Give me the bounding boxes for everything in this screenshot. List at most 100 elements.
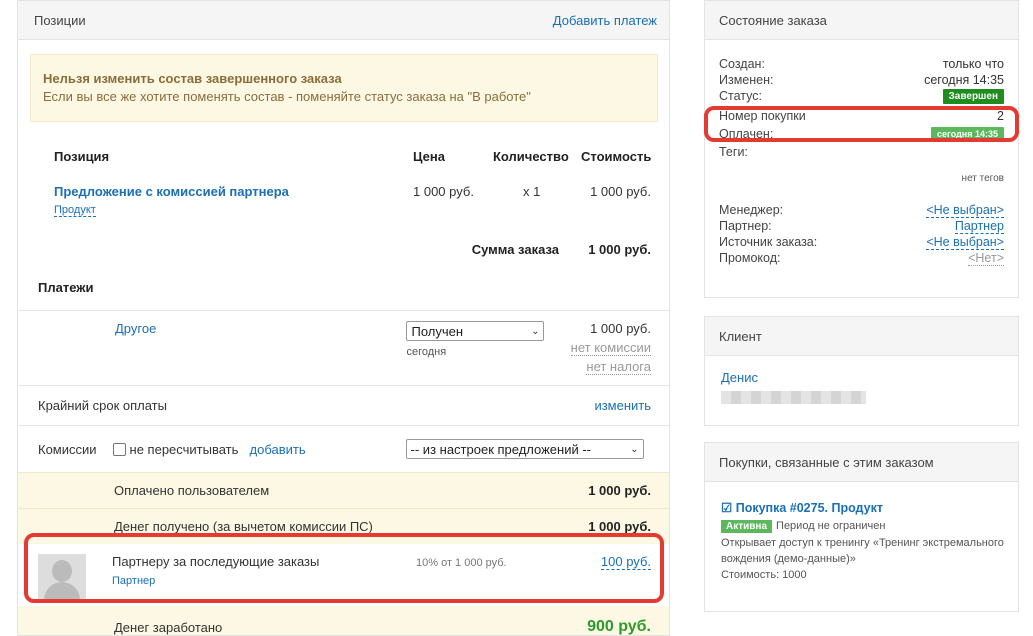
- positions-table-header: Позиция Цена Количество Стоимость: [18, 138, 669, 174]
- paid-row: Оплачен: сегодня 14:35: [705, 126, 1018, 142]
- col-qty: Количество: [493, 148, 569, 164]
- add-commission-link[interactable]: добавить: [250, 442, 406, 457]
- related-header: Покупки, связанные с этим заказом: [705, 443, 1018, 482]
- warning-title: Нельзя изменить состав завершенного зака…: [43, 71, 342, 86]
- status-label: Статус:: [719, 89, 762, 103]
- purchase-price: Стоимость: 1000: [721, 569, 807, 581]
- created-value: только что: [942, 57, 1004, 71]
- partner-link[interactable]: Партнер: [112, 575, 155, 587]
- item-type-link[interactable]: Продукт: [54, 204, 96, 217]
- manager-link[interactable]: <Не выбран>: [926, 203, 1004, 218]
- item-qty: x 1: [523, 184, 541, 199]
- changed-row: Изменен: сегодня 14:35: [705, 72, 1018, 88]
- related-purchase: ☑ Покупка #0275. Продукт Активна Период н…: [705, 482, 1018, 583]
- partner-state-link[interactable]: Партнер: [954, 219, 1004, 234]
- client-name-link[interactable]: Денис: [705, 356, 1018, 385]
- partner-percent: 10% от 1 000 руб.: [416, 557, 507, 569]
- paid-label: Оплачен:: [719, 127, 774, 141]
- changed-label: Изменен:: [719, 73, 774, 87]
- status-row: Статус: Завершен: [705, 88, 1018, 104]
- payment-tax-link[interactable]: нет налога: [586, 359, 651, 375]
- paid-badge: сегодня 14:35: [931, 127, 1004, 141]
- no-recalc-checkbox[interactable]: [112, 442, 126, 456]
- payment-status-value: Получен: [411, 323, 464, 339]
- received-value: 1 000 руб.: [588, 519, 651, 534]
- commissions-row: Комиссии не пересчитывать добавить -- из…: [18, 426, 669, 472]
- earned-value: 900 руб.: [587, 618, 651, 635]
- item-cell: Предложение с комиссией партнера Продукт: [54, 184, 413, 232]
- col-position: Позиция: [54, 148, 110, 164]
- promo-link[interactable]: <Нет>: [968, 251, 1004, 266]
- table-row: Предложение с комиссией партнера Продукт…: [18, 174, 669, 232]
- chevron-down-icon: ⌄: [630, 443, 639, 455]
- payment-row: Другое Получен ⌄ сегодня 1 000 руб. нет …: [18, 310, 669, 386]
- tags-row: Теги:: [705, 144, 1018, 160]
- partner-state-row: Партнер: Партнер: [705, 218, 1018, 234]
- payments-title: Платежи: [38, 280, 94, 295]
- order-state-header: Состояние заказа: [705, 1, 1018, 40]
- purchase-description: Открывает доступ к тренингу «Тренинг экс…: [721, 537, 1004, 565]
- payment-method-link[interactable]: Другое: [115, 321, 156, 336]
- avatar: [38, 554, 86, 600]
- promo-label: Промокод:: [719, 251, 781, 265]
- purchase-link[interactable]: Покупка #0275. Продукт: [736, 501, 883, 515]
- commission-source-value: -- из настроек предложений --: [410, 441, 592, 457]
- created-row: Создан: только что: [705, 56, 1018, 72]
- col-cost: Стоимость: [581, 148, 652, 164]
- received-label: Денег получено (за вычетом комиссии ПС): [114, 519, 373, 534]
- client-panel: Клиент Денис: [704, 316, 1019, 426]
- order-sum-label: Сумма заказа: [471, 241, 559, 257]
- changed-value: сегодня 14:35: [924, 73, 1004, 87]
- deadline-change-link[interactable]: изменить: [594, 398, 651, 413]
- deadline-row: Крайний срок оплаты изменить: [18, 386, 669, 426]
- commissions-label: Комиссии: [38, 441, 97, 457]
- deadline-label: Крайний срок оплаты: [38, 398, 167, 413]
- payment-commission-link[interactable]: нет комиссии: [570, 340, 651, 356]
- payment-status-select[interactable]: Получен ⌄: [406, 321, 545, 341]
- item-price: 1 000 руб.: [413, 184, 474, 199]
- col-price: Цена: [413, 148, 445, 164]
- partner-state-label: Партнер:: [719, 219, 772, 233]
- item-title-link[interactable]: Предложение с комиссией партнера: [54, 184, 289, 199]
- manager-label: Менеджер:: [719, 203, 784, 217]
- related-purchases-panel: Покупки, связанные с этим заказом ☑ Поку…: [704, 442, 1019, 612]
- partner-commission-title: Партнеру за последующие заказы: [112, 554, 320, 569]
- add-payment-link[interactable]: Добавить платеж: [553, 13, 657, 28]
- purchase-number-value: 2: [997, 109, 1004, 123]
- order-state-title: Состояние заказа: [719, 12, 827, 28]
- tags-label: Теги:: [719, 145, 748, 159]
- received-row: Денег получено (за вычетом комиссии ПС) …: [18, 508, 669, 544]
- paid-by-user-value: 1 000 руб.: [588, 483, 651, 498]
- chevron-down-icon: ⌄: [531, 325, 540, 337]
- active-badge: Активна: [721, 520, 773, 533]
- paid-by-user-row: Оплачено пользователем 1 000 руб.: [18, 472, 669, 508]
- partner-commission-row: Партнеру за последующие заказы Партнер 1…: [18, 544, 669, 606]
- no-recalc-label: не пересчитывать: [129, 441, 239, 457]
- manager-row: Менеджер: <Не выбран>: [705, 202, 1018, 218]
- client-contact-blurred: [721, 391, 866, 404]
- item-cost: 1 000 руб.: [590, 184, 651, 199]
- client-header: Клиент: [705, 317, 1018, 356]
- source-link[interactable]: <Не выбран>: [926, 235, 1004, 250]
- earned-label: Денег заработано: [114, 619, 223, 635]
- partner-amount-link[interactable]: 100 руб.: [600, 554, 651, 570]
- promo-row: Промокод: <Нет>: [705, 250, 1018, 266]
- checkmark-icon: ☑: [721, 501, 733, 515]
- payment-amount: 1 000 руб.: [590, 321, 651, 336]
- warning-text: Если вы все же хотите поменять состав - …: [43, 89, 531, 104]
- commission-source-select[interactable]: -- из настроек предложений -- ⌄: [405, 439, 644, 459]
- source-label: Источник заказа:: [719, 235, 818, 249]
- positions-panel: Позиции Добавить платеж Нельзя изменить …: [17, 0, 670, 636]
- purchase-number-row: Номер покупки 2: [705, 108, 1018, 124]
- order-sum-row: Сумма заказа 1 000 руб.: [18, 232, 669, 266]
- status-badge[interactable]: Завершен: [942, 88, 1004, 104]
- source-row: Источник заказа: <Не выбран>: [705, 234, 1018, 250]
- order-sum-value: 1 000 руб.: [588, 241, 651, 257]
- warning-box: Нельзя изменить состав завершенного зака…: [30, 54, 658, 122]
- client-title: Клиент: [719, 328, 762, 344]
- no-tags-row: нет тегов: [705, 170, 1018, 186]
- created-label: Создан:: [719, 57, 765, 71]
- paid-by-user-label: Оплачено пользователем: [114, 483, 270, 498]
- no-tags: нет тегов: [961, 172, 1004, 184]
- positions-title: Позиции: [34, 12, 86, 28]
